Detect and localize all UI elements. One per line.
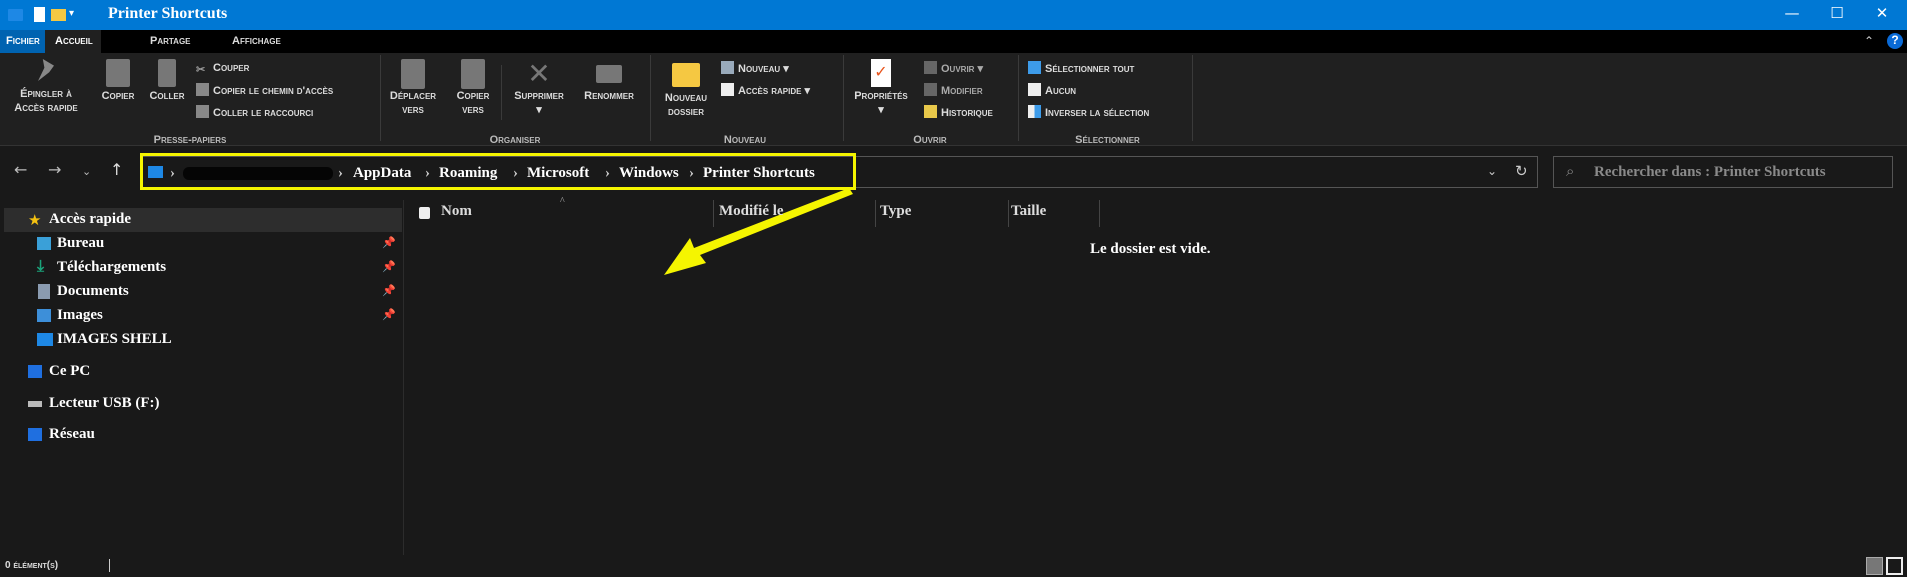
item-count: 0 élément(s) xyxy=(5,560,59,571)
pin-icon[interactable]: 📌 xyxy=(382,260,396,273)
sidebar-item-telechargements[interactable]: ⤓ Téléchargements 📌 xyxy=(0,256,404,280)
empty-folder-message: Le dossier est vide. xyxy=(1090,241,1211,257)
usb-drive-icon xyxy=(28,401,42,407)
pictures-icon xyxy=(37,309,51,322)
sort-ascending-icon: ^ xyxy=(560,196,565,207)
sidebar-item-ce-pc[interactable]: Ce PC xyxy=(0,360,404,384)
column-header-taille[interactable]: Taille xyxy=(1011,203,1046,220)
sidebar-item-bureau[interactable]: Bureau 📌 xyxy=(0,232,404,256)
folder-icon xyxy=(37,333,53,346)
sidebar-item-reseau[interactable]: Réseau xyxy=(0,423,404,447)
desktop-icon xyxy=(37,237,51,250)
network-icon xyxy=(28,428,42,441)
sidebar-item-usb[interactable]: Lecteur USB (F:) xyxy=(0,392,404,416)
navigation-pane: ★ Accès rapide Bureau 📌 ⤓ Téléchargements 📌 … xyxy=(0,200,404,555)
sidebar-item-images-shell[interactable]: IMAGES SHELL xyxy=(0,328,404,352)
pin-icon[interactable]: 📌 xyxy=(382,284,396,297)
status-bar: 0 élément(s) xyxy=(0,555,1907,577)
search-icon: ⌕ xyxy=(1566,162,1575,180)
pc-icon xyxy=(28,365,42,378)
download-icon: ⤓ xyxy=(37,256,45,275)
star-icon: ★ xyxy=(28,211,42,229)
documents-icon xyxy=(38,284,50,299)
pin-icon[interactable]: 📌 xyxy=(382,308,396,321)
large-icons-view-button[interactable] xyxy=(1886,557,1903,575)
pin-icon[interactable]: 📌 xyxy=(382,236,396,249)
sidebar-item-acces-rapide[interactable]: ★ Accès rapide xyxy=(4,208,402,232)
sidebar-item-documents[interactable]: Documents 📌 xyxy=(0,280,404,304)
column-header-type[interactable]: Type xyxy=(880,203,911,220)
arrow-shape xyxy=(664,188,853,275)
column-header-nom[interactable]: Nom xyxy=(441,203,472,220)
details-view-button[interactable] xyxy=(1866,557,1883,575)
sidebar-item-images[interactable]: Images 📌 xyxy=(0,304,404,328)
search-box[interactable]: ⌕ Rechercher dans : Printer Shortcuts xyxy=(1553,156,1893,188)
search-placeholder: Rechercher dans : Printer Shortcuts xyxy=(1594,164,1826,180)
select-all-checkbox[interactable] xyxy=(419,207,430,219)
column-header-modifie[interactable]: Modifié le xyxy=(719,203,784,220)
